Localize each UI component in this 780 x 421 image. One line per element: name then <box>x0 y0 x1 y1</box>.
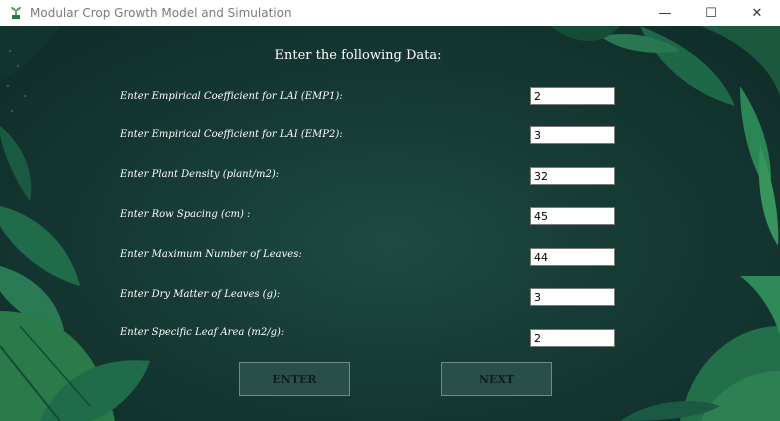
dry-matter-label: Enter Dry Matter of Leaves (g): <box>120 289 281 300</box>
emp1-label: Enter Empirical Coefficient for LAI (EMP… <box>120 91 343 102</box>
specific-leaf-area-input[interactable] <box>530 329 615 347</box>
close-button[interactable]: ✕ <box>734 0 780 26</box>
form-heading: Enter the following Data: <box>274 48 442 63</box>
plant-sprout-icon <box>8 5 24 21</box>
specific-leaf-area-label: Enter Specific Leaf Area (m2/g): <box>120 327 285 338</box>
maximize-button[interactable]: ☐ <box>688 0 734 26</box>
emp2-input[interactable] <box>530 126 615 144</box>
emp2-label: Enter Empirical Coefficient for LAI (EMP… <box>120 129 343 140</box>
dry-matter-input[interactable] <box>530 288 615 306</box>
row-spacing-input[interactable] <box>530 207 615 225</box>
window-title: Modular Crop Growth Model and Simulation <box>30 6 292 20</box>
minimize-button[interactable]: — <box>642 0 688 26</box>
enter-button[interactable]: ENTER <box>239 362 350 396</box>
plant-density-label: Enter Plant Density (plant/m2): <box>120 169 280 180</box>
app-window: Modular Crop Growth Model and Simulation… <box>0 0 780 421</box>
max-leaves-input[interactable] <box>530 248 615 266</box>
form-panel: Enter the following Data: Enter Empirica… <box>0 26 780 421</box>
max-leaves-label: Enter Maximum Number of Leaves: <box>120 249 302 260</box>
row-spacing-label: Enter Row Spacing (cm) : <box>120 209 251 220</box>
window-controls: — ☐ ✕ <box>642 0 780 26</box>
title-bar: Modular Crop Growth Model and Simulation… <box>0 0 780 26</box>
tropical-leaves-decoration <box>0 26 780 421</box>
next-button[interactable]: NEXT <box>441 362 552 396</box>
emp1-input[interactable] <box>530 87 615 105</box>
plant-density-input[interactable] <box>530 167 615 185</box>
